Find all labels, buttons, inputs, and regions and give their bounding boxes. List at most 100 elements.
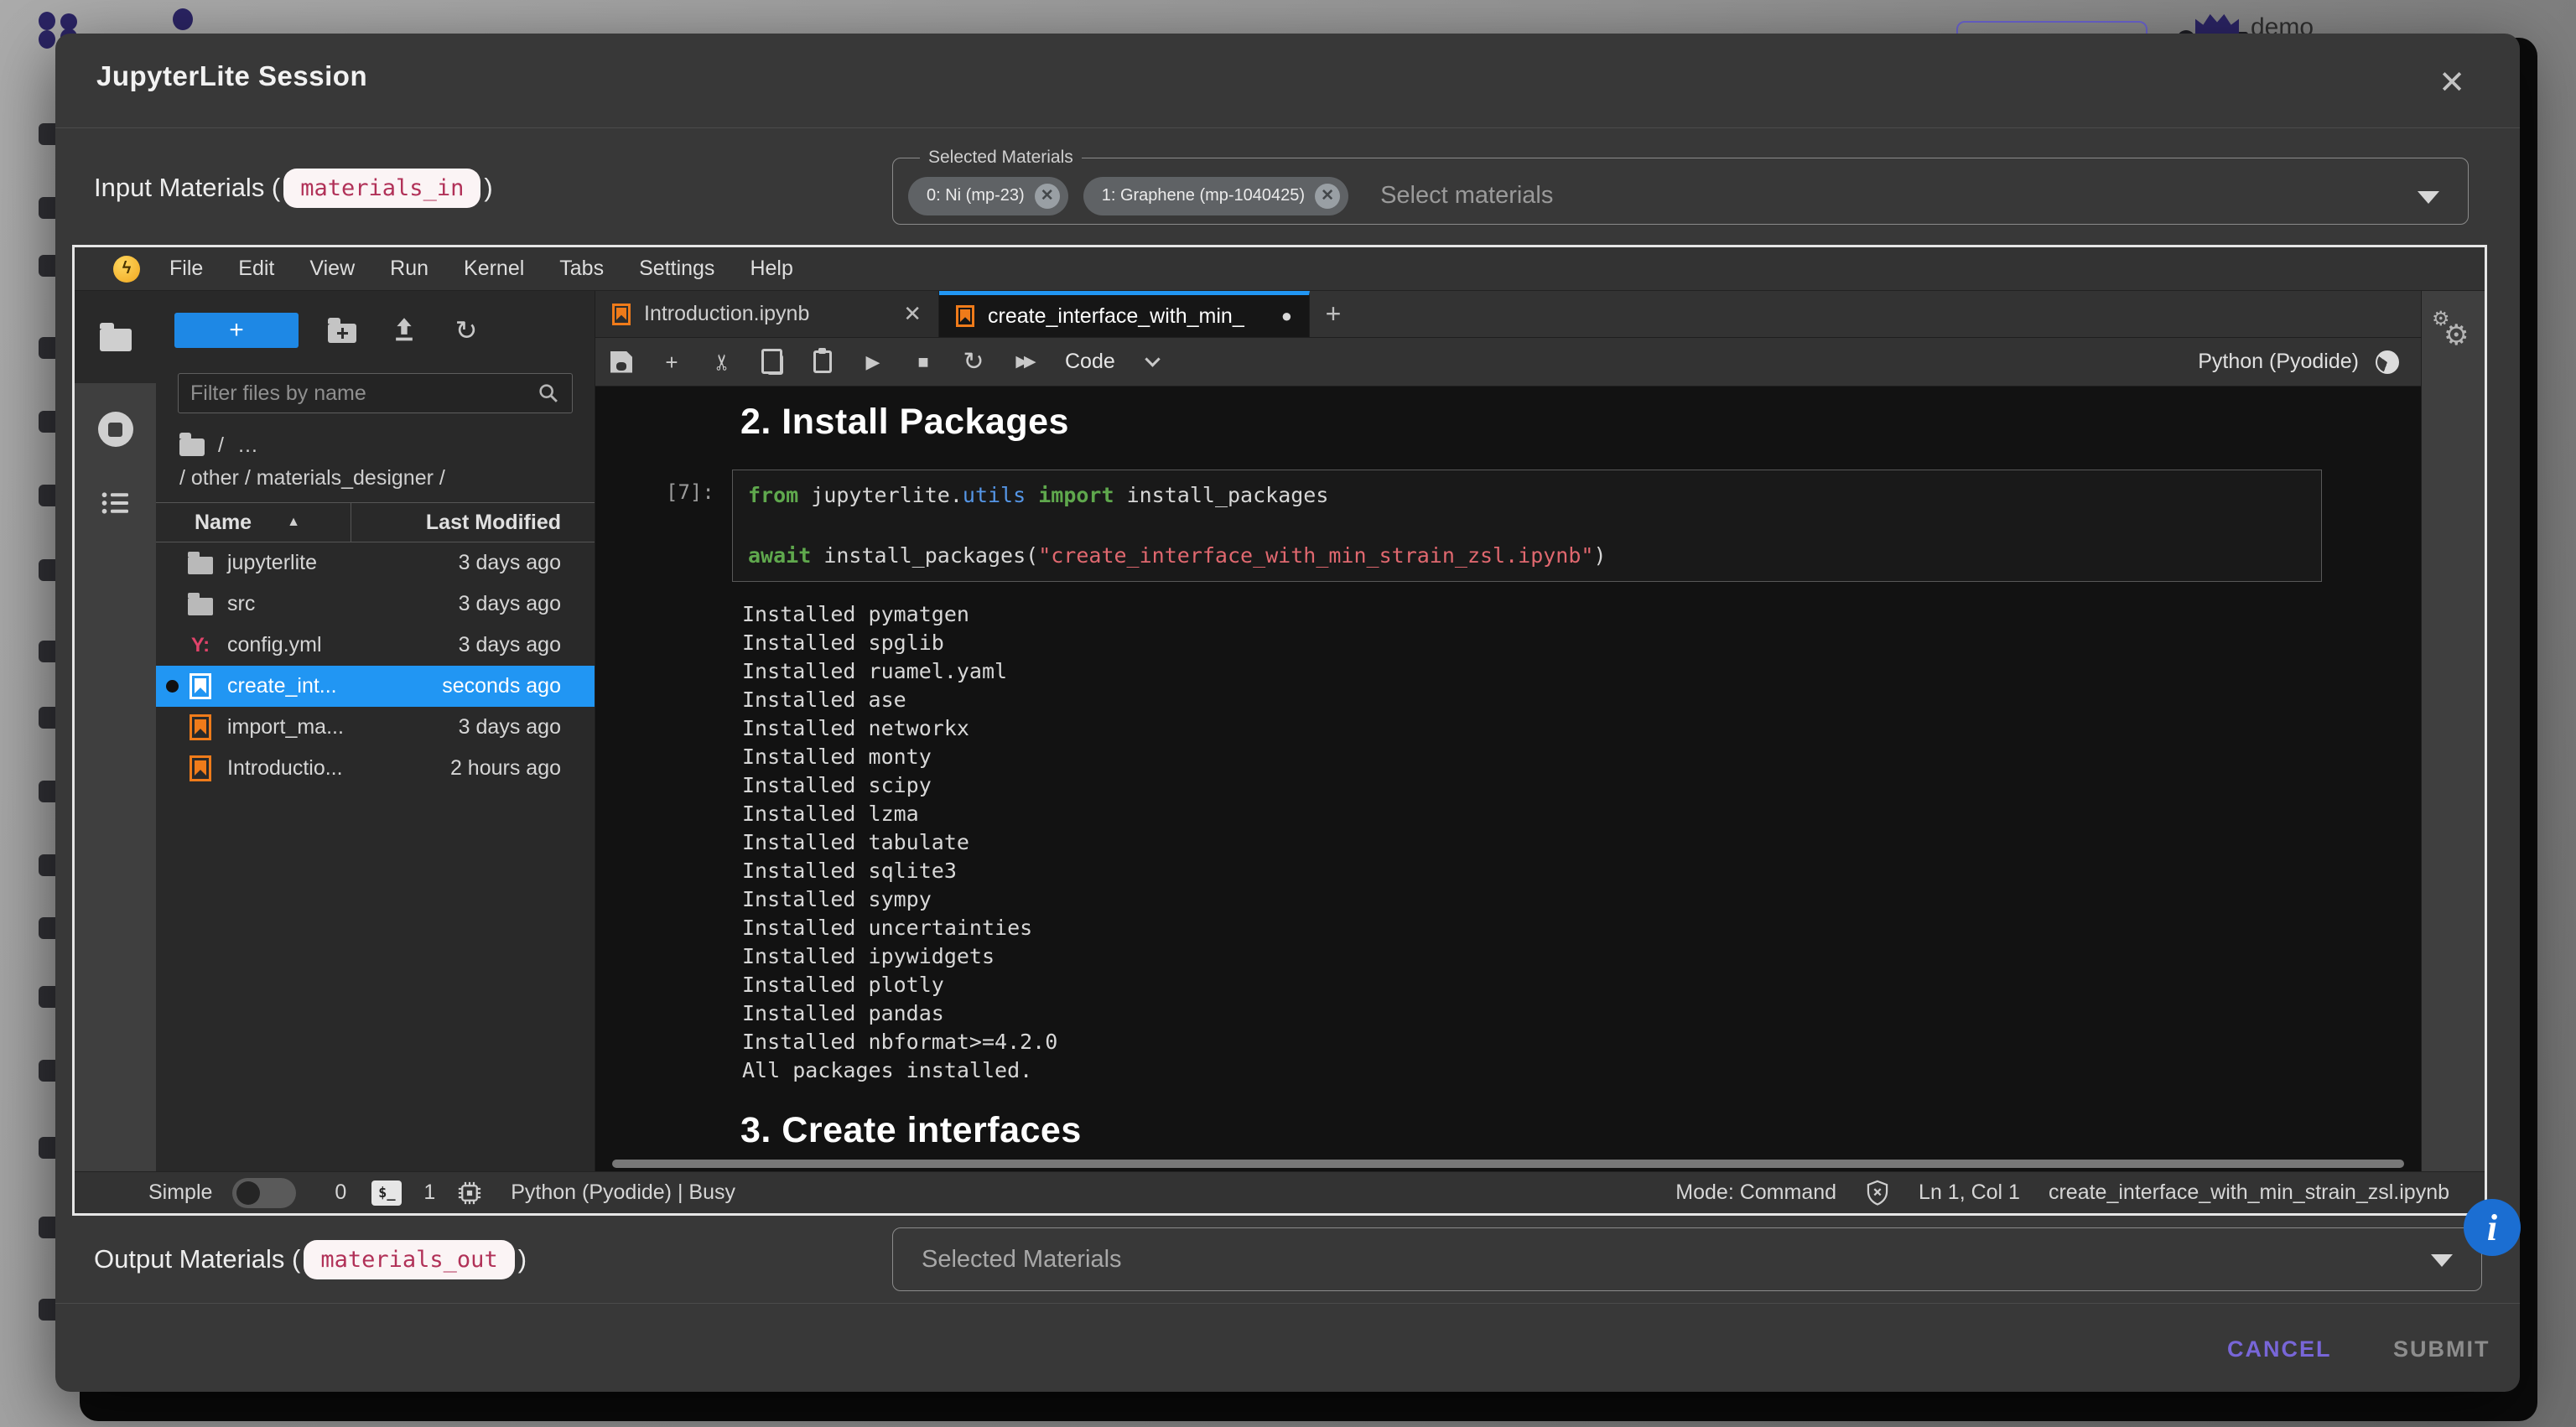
simple-mode-toggle[interactable] <box>232 1178 296 1208</box>
toggle-knob <box>236 1181 260 1205</box>
input-materials-row: Input Materials ( materials_in ) <box>94 161 493 215</box>
stop-icon: ■ <box>917 353 928 371</box>
cell-type-select[interactable]: Code <box>1065 350 1115 374</box>
output-line: Installed networkx <box>742 714 2421 743</box>
materials-out-code: materials_out <box>304 1240 514 1279</box>
breadcrumb-root[interactable]: / <box>218 433 224 458</box>
add-cell-button[interactable]: + <box>657 348 686 376</box>
file-list: jupyterlite 3 days ago src 3 days ago <box>156 542 595 789</box>
file-row[interactable]: Introductio... 2 hours ago <box>156 748 595 789</box>
breadcrumb-ellipsis[interactable]: … <box>237 433 258 458</box>
material-chip-label: 0: Ni (mp-23) <box>927 186 1025 205</box>
column-last-modified[interactable]: Last Modified <box>426 511 561 535</box>
file-modified: 3 days ago <box>459 715 561 739</box>
add-tab-icon[interactable]: + <box>1310 291 1357 337</box>
restart-kernel-button[interactable]: ↻ <box>959 348 988 376</box>
material-chip-label: 1: Graphene (mp-1040425) <box>1102 186 1305 205</box>
menu-item[interactable]: File <box>152 257 221 281</box>
chevron-down-icon[interactable] <box>1145 351 1160 366</box>
notebook-content[interactable]: 2. Install Packages [7]: from jupyterlit… <box>595 387 2421 1171</box>
cancel-button[interactable]: CANCEL <box>2214 1328 2345 1371</box>
select-materials-placeholder: Select materials <box>1380 182 1553 210</box>
material-chip[interactable]: 1: Graphene (mp-1040425) ✕ <box>1083 177 1348 215</box>
simple-mode-label: Simple <box>148 1181 212 1205</box>
output-materials-label-suffix: ) <box>518 1244 527 1274</box>
menu-item[interactable]: Run <box>372 257 446 281</box>
menu-item[interactable]: Edit <box>221 257 292 281</box>
file-row[interactable]: import_ma... 3 days ago <box>156 707 595 748</box>
breadcrumb-home-icon[interactable] <box>179 438 205 456</box>
save-button[interactable] <box>607 348 636 376</box>
code-cell[interactable]: [7]: from jupyterlite.utils import insta… <box>732 470 2322 582</box>
page-title: JupyterLite Session <box>96 60 367 92</box>
upload-button[interactable] <box>386 317 423 344</box>
breadcrumb: / … / other / materials_designer / <box>179 433 595 490</box>
file-row[interactable]: Y: config.yml 3 days ago <box>156 625 595 666</box>
close-tab-icon[interactable]: ✕ <box>903 301 922 327</box>
kernel-name[interactable]: Python (Pyodide) <box>2198 350 2359 374</box>
table-of-contents-icon[interactable] <box>101 490 131 516</box>
chip-remove-icon[interactable]: ✕ <box>1315 184 1340 209</box>
chip-remove-icon[interactable]: ✕ <box>1035 184 1060 209</box>
terminal-icon[interactable]: $_ <box>371 1181 402 1206</box>
copy-cell-button[interactable] <box>758 348 787 376</box>
file-icon <box>185 589 216 620</box>
filter-files-box[interactable] <box>178 373 573 413</box>
app-logo <box>60 13 77 30</box>
notebook-icon <box>956 305 974 327</box>
file-name: config.yml <box>227 633 322 657</box>
material-chip[interactable]: 0: Ni (mp-23) ✕ <box>908 177 1068 215</box>
horizontal-scrollbar[interactable] <box>612 1160 2404 1168</box>
file-name: create_int... <box>227 674 337 698</box>
breadcrumb-path[interactable]: / other / materials_designer / <box>179 466 595 490</box>
section-heading-install: 2. Install Packages <box>740 402 2421 443</box>
submit-button[interactable]: SUBMIT <box>2380 1328 2504 1371</box>
filter-files-input[interactable] <box>190 381 537 406</box>
close-icon[interactable]: ✕ <box>2428 59 2475 106</box>
run-cell-button[interactable]: ▶ <box>859 348 887 376</box>
restart-run-all-button[interactable]: ▶▶ <box>1010 348 1038 376</box>
refresh-button[interactable]: ↻ <box>448 317 485 344</box>
chevron-down-icon[interactable] <box>2418 191 2439 204</box>
command-mode-indicator[interactable]: Mode: Command <box>1675 1181 1836 1205</box>
info-button[interactable]: i <box>2464 1199 2521 1256</box>
output-line: Installed ipywidgets <box>742 942 2421 971</box>
file-row[interactable]: src 3 days ago <box>156 584 595 625</box>
menu-item[interactable]: Tabs <box>542 257 621 281</box>
new-launcher-button[interactable]: + <box>174 313 299 348</box>
kernel-chip-icon <box>457 1181 482 1206</box>
execution-count: [7]: <box>666 480 714 504</box>
menu-item[interactable]: Kernel <box>446 257 542 281</box>
tab-introduction[interactable]: Introduction.ipynb ✕ <box>595 291 939 337</box>
column-name[interactable]: Name <box>156 511 252 535</box>
cursor-position[interactable]: Ln 1, Col 1 <box>1919 1181 2020 1205</box>
output-line: Installed sympy <box>742 885 2421 914</box>
input-materials-label: Input Materials ( <box>94 173 280 203</box>
running-sessions-icon[interactable] <box>98 412 133 447</box>
jupyterlab-frame: ϟ File Edit View Run Kernel Tabs Setting… <box>72 245 2487 1216</box>
file-modified: seconds ago <box>442 674 561 698</box>
section-heading-create: 3. Create interfaces <box>740 1110 2421 1151</box>
selected-materials-select[interactable]: Selected Materials 0: Ni (mp-23) ✕ 1: Gr… <box>892 148 2469 225</box>
menu-item[interactable]: Settings <box>621 257 732 281</box>
file-row[interactable]: create_int... seconds ago <box>156 666 595 707</box>
chevron-down-icon[interactable] <box>2431 1254 2453 1267</box>
cut-cell-button[interactable]: ✂ <box>708 348 736 376</box>
save-icon <box>610 351 632 373</box>
kernel-status[interactable]: Python (Pyodide) | Busy <box>511 1181 735 1205</box>
menu-item[interactable]: Help <box>732 257 810 281</box>
scissors-icon: ✂ <box>711 353 733 371</box>
running-indicator <box>166 680 179 693</box>
sidebar-tab-files[interactable] <box>75 291 156 383</box>
file-list-header[interactable]: Name ▲ Last Modified <box>156 502 595 542</box>
new-folder-button[interactable] <box>324 318 361 343</box>
paste-cell-button[interactable] <box>808 348 837 376</box>
file-row[interactable]: jupyterlite 3 days ago <box>156 542 595 584</box>
output-select-value: Selected Materials <box>922 1246 1122 1274</box>
stop-kernel-button[interactable]: ■ <box>909 348 937 376</box>
output-materials-select[interactable]: Selected Materials <box>892 1227 2482 1291</box>
tab-create-interface[interactable]: create_interface_with_min_ ● <box>939 291 1310 337</box>
menu-item[interactable]: View <box>292 257 372 281</box>
file-icon <box>185 754 216 784</box>
right-sidebar: ⚙ ⚙ <box>2421 291 2485 1171</box>
